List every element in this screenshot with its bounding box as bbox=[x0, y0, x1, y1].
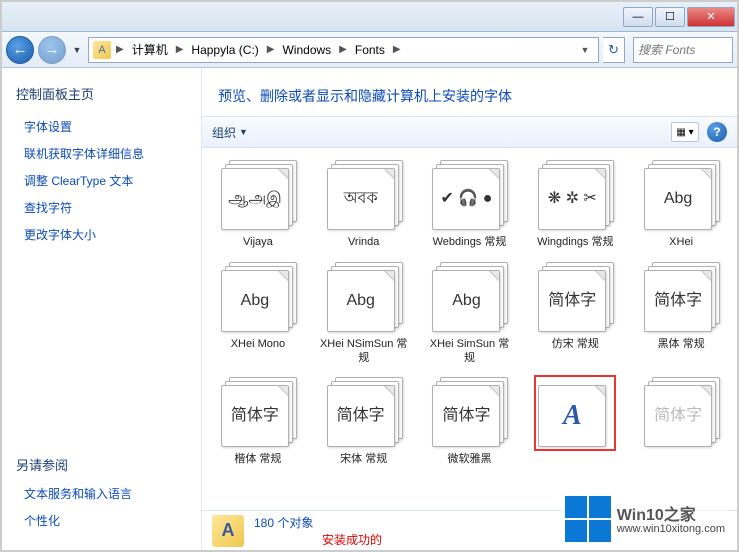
font-item[interactable]: 简体字 bbox=[629, 373, 733, 471]
page-title: 预览、删除或者显示和隐藏计算机上安装的字体 bbox=[218, 86, 721, 106]
font-item[interactable]: 简体字楷体 常规 bbox=[206, 373, 310, 471]
font-item[interactable]: A bbox=[523, 373, 627, 471]
sidebar-link[interactable]: 查找字符 bbox=[16, 194, 197, 221]
minimize-button[interactable]: — bbox=[623, 7, 653, 27]
titlebar: — ☐ ✕ bbox=[2, 2, 737, 32]
font-item[interactable]: 简体字仿宋 常规 bbox=[523, 258, 627, 370]
font-preview: ❋ ✲ ✂ bbox=[538, 168, 606, 230]
font-preview: 简体字 bbox=[327, 385, 395, 447]
sidebar-link[interactable]: 更改字体大小 bbox=[16, 221, 197, 248]
organize-label: 组织 bbox=[212, 124, 236, 141]
font-name-label: Webdings 常规 bbox=[433, 236, 507, 250]
fonts-folder-icon: A bbox=[212, 515, 244, 547]
main-panel: 预览、删除或者显示和隐藏计算机上安装的字体 组织 ▼ ▦ ▾ ? ஆஅஇ Vija… bbox=[202, 68, 737, 550]
navbar: ← → ▼ A ▶ 计算机 ▶ Happyla (C:) ▶ Windows ▶… bbox=[2, 32, 737, 68]
font-item[interactable]: 简体字黑体 常规 bbox=[629, 258, 733, 370]
view-options-button[interactable]: ▦ ▾ bbox=[671, 122, 699, 142]
font-preview: Abg bbox=[432, 270, 500, 332]
search-input[interactable] bbox=[638, 43, 728, 57]
see-also-title: 另请参阅 bbox=[16, 455, 197, 474]
breadcrumb-separator[interactable]: ▶ bbox=[390, 44, 404, 55]
font-name-label: XHei Mono bbox=[231, 338, 285, 352]
font-name-label: Wingdings 常规 bbox=[537, 236, 613, 250]
font-name-label: Vijaya bbox=[243, 236, 273, 250]
font-name-label: 仿宋 常规 bbox=[552, 338, 599, 352]
font-item[interactable]: অবক Vrinda bbox=[312, 156, 416, 254]
fonts-folder-icon: A bbox=[93, 41, 111, 59]
sidebar: 控制面板主页 字体设置 联机获取字体详细信息 调整 ClearType 文本 查… bbox=[2, 68, 202, 550]
font-item[interactable]: Abg XHei NSimSun 常规 bbox=[312, 258, 416, 370]
address-dropdown[interactable]: ▼ bbox=[576, 45, 594, 55]
font-preview: A bbox=[538, 385, 606, 447]
breadcrumb-separator[interactable]: ▶ bbox=[173, 44, 187, 55]
font-file-icon: A bbox=[563, 401, 582, 432]
maximize-button[interactable]: ☐ bbox=[655, 7, 685, 27]
back-button[interactable]: ← bbox=[6, 36, 34, 64]
font-preview: ✔ 🎧 ● bbox=[432, 168, 500, 230]
organize-button[interactable]: 组织 ▼ bbox=[212, 124, 248, 141]
font-name-label: XHei SimSun 常规 bbox=[424, 338, 514, 366]
watermark-url: www.win10xitong.com bbox=[617, 524, 725, 535]
font-item[interactable]: 简体字宋体 常规 bbox=[312, 373, 416, 471]
address-bar[interactable]: A ▶ 计算机 ▶ Happyla (C:) ▶ Windows ▶ Fonts… bbox=[88, 37, 599, 63]
sidebar-link[interactable]: 调整 ClearType 文本 bbox=[16, 167, 197, 194]
font-preview: 简体字 bbox=[538, 270, 606, 332]
close-button[interactable]: ✕ bbox=[687, 7, 735, 27]
font-item[interactable]: ✔ 🎧 ● Webdings 常规 bbox=[418, 156, 522, 254]
font-name-label: 宋体 常规 bbox=[340, 453, 387, 467]
windows-logo-icon bbox=[565, 496, 611, 542]
font-item[interactable]: ❋ ✲ ✂ Wingdings 常规 bbox=[523, 156, 627, 254]
font-grid[interactable]: ஆஅஇ Vijaya অবক Vrinda ✔ 🎧 ● Webdings 常规 ❋ ✲ ✂ W… bbox=[202, 148, 737, 510]
watermark-suffix: 之家 bbox=[664, 507, 696, 524]
breadcrumb-segment[interactable]: Windows bbox=[279, 41, 334, 59]
chevron-down-icon: ▼ bbox=[239, 127, 248, 137]
font-name-label: 楷体 常规 bbox=[234, 453, 281, 467]
font-name-label: XHei bbox=[669, 236, 693, 250]
font-name-label: 微软雅黑 bbox=[447, 453, 491, 467]
font-preview: Abg bbox=[221, 270, 289, 332]
sidebar-link[interactable]: 联机获取字体详细信息 bbox=[16, 140, 197, 167]
font-name-label: Vrinda bbox=[348, 236, 379, 250]
breadcrumb-segment[interactable]: 计算机 bbox=[129, 39, 171, 60]
sidebar-links: 字体设置 联机获取字体详细信息 调整 ClearType 文本 查找字符 更改字… bbox=[16, 113, 197, 248]
sidebar-title: 控制面板主页 bbox=[16, 84, 197, 103]
font-item[interactable]: Abg XHei SimSun 常规 bbox=[418, 258, 522, 370]
font-item[interactable]: ஆஅஇ Vijaya bbox=[206, 156, 310, 254]
breadcrumb-separator[interactable]: ▶ bbox=[113, 44, 127, 55]
font-name-label: 黑体 常规 bbox=[658, 338, 705, 352]
watermark-brand: Win10 bbox=[617, 507, 664, 524]
breadcrumb-segment[interactable]: Fonts bbox=[352, 41, 388, 59]
help-button[interactable]: ? bbox=[707, 122, 727, 142]
font-preview: ஆஅஇ bbox=[221, 168, 289, 230]
font-item[interactable]: Abg XHei bbox=[629, 156, 733, 254]
forward-button[interactable]: → bbox=[38, 36, 66, 64]
watermark: Win10之家 www.win10xitong.com bbox=[561, 494, 729, 544]
breadcrumb-separator[interactable]: ▶ bbox=[264, 44, 278, 55]
toolbar: 组织 ▼ ▦ ▾ ? bbox=[202, 116, 737, 148]
font-preview: 简体字 bbox=[644, 270, 712, 332]
font-preview: 简体字 bbox=[221, 385, 289, 447]
refresh-button[interactable]: ↻ bbox=[603, 37, 625, 63]
font-preview: 简体字 bbox=[644, 385, 712, 447]
sidebar-link[interactable]: 文本服务和输入语言 bbox=[16, 480, 197, 507]
sidebar-link[interactable]: 个性化 bbox=[16, 507, 197, 534]
font-item[interactable]: Abg XHei Mono bbox=[206, 258, 310, 370]
font-preview: 简体字 bbox=[432, 385, 500, 447]
sidebar-link[interactable]: 字体设置 bbox=[16, 113, 197, 140]
status-message: 安装成功的 bbox=[322, 531, 382, 548]
font-name-label: XHei NSimSun 常规 bbox=[319, 338, 409, 366]
font-preview: Abg bbox=[327, 270, 395, 332]
font-preview: অবক bbox=[327, 168, 395, 230]
font-preview: Abg bbox=[644, 168, 712, 230]
search-box[interactable] bbox=[633, 37, 733, 63]
history-dropdown[interactable]: ▼ bbox=[70, 36, 84, 64]
breadcrumb-segment[interactable]: Happyla (C:) bbox=[188, 41, 261, 59]
font-item[interactable]: 简体字微软雅黑 bbox=[418, 373, 522, 471]
breadcrumb-separator[interactable]: ▶ bbox=[336, 44, 350, 55]
status-count: 180 个对象 bbox=[254, 514, 382, 531]
